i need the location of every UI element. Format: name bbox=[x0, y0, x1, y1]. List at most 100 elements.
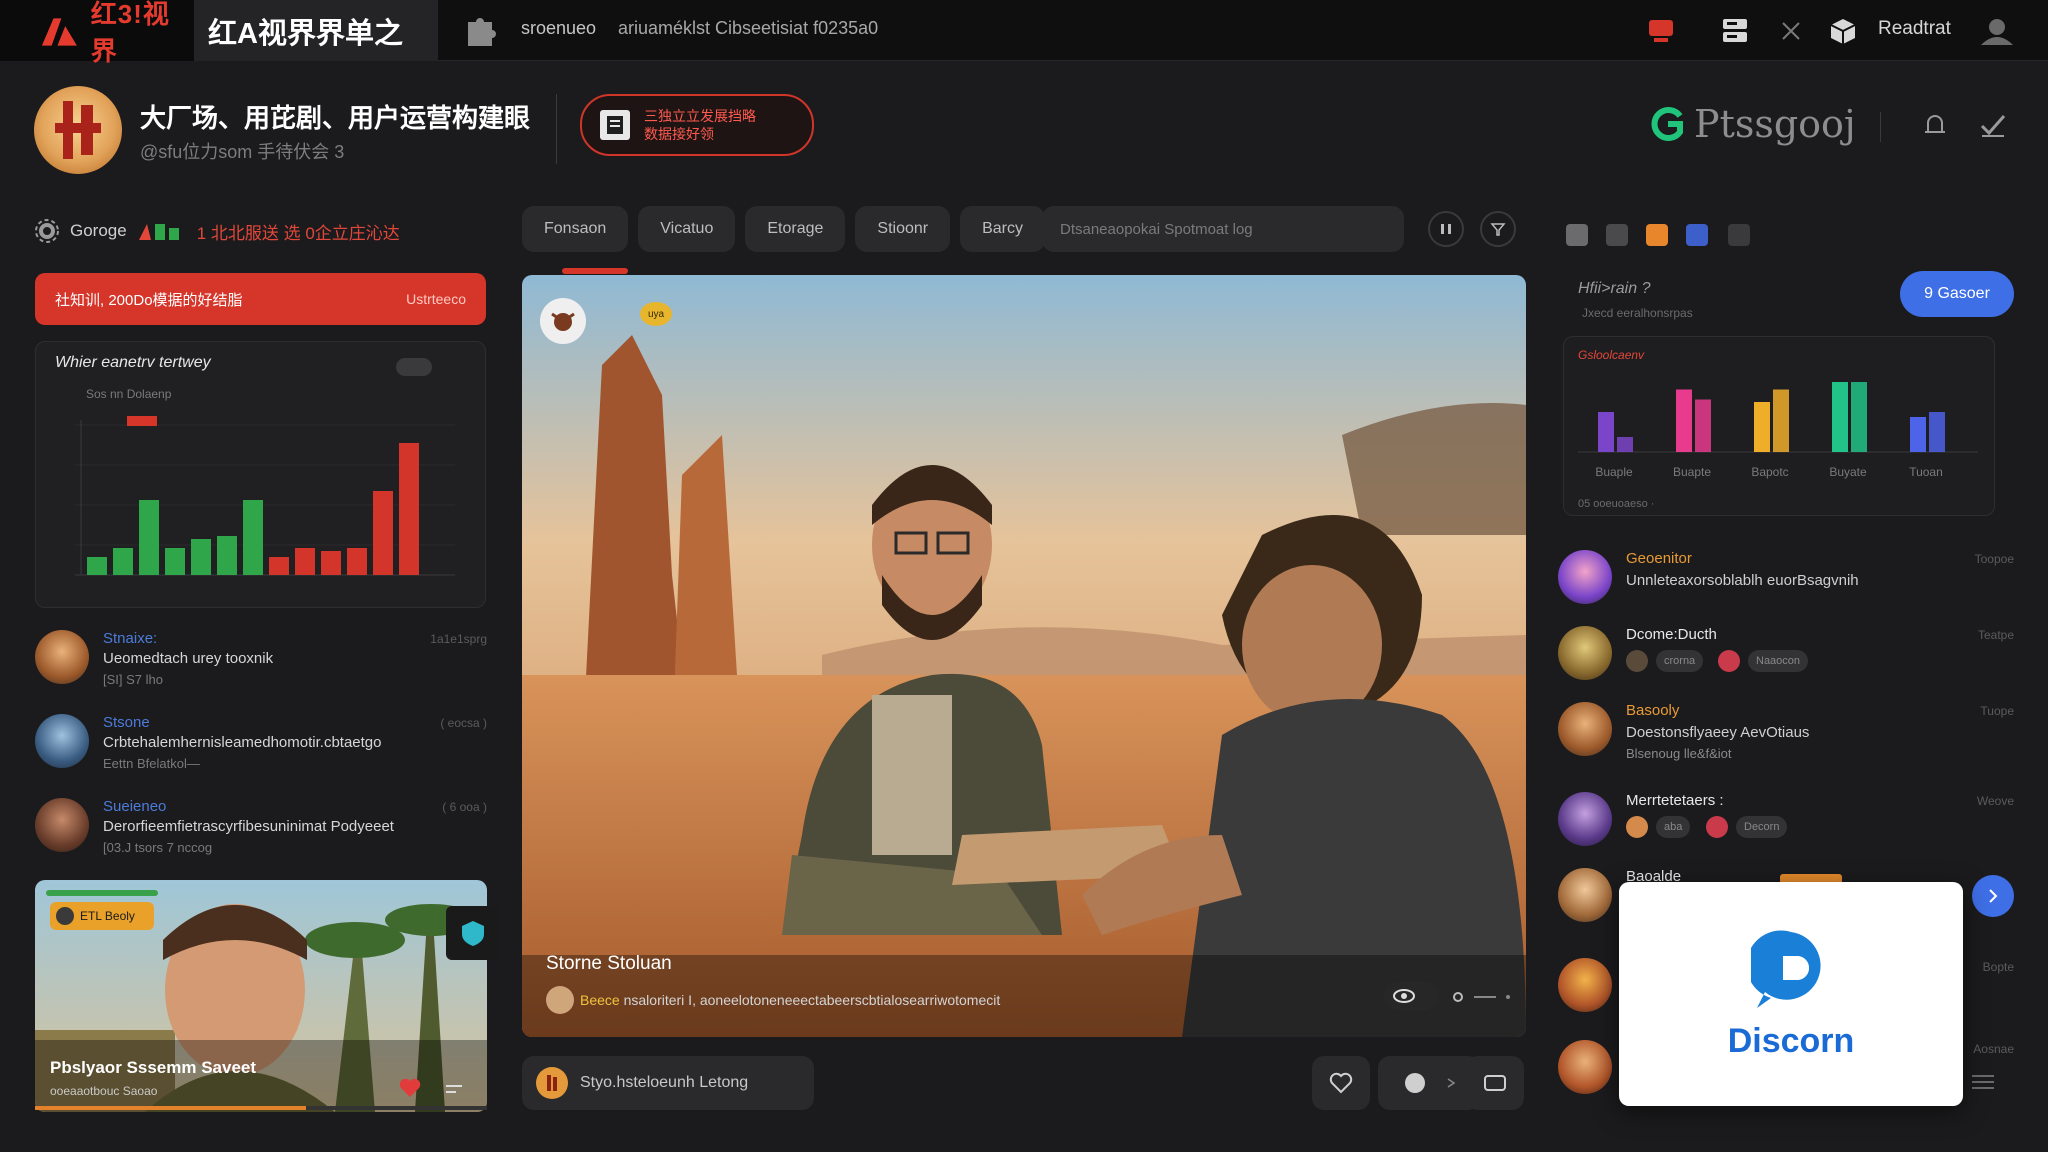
message-chip[interactable]: crorna bbox=[1656, 650, 1704, 672]
chart-bar[interactable] bbox=[139, 500, 159, 575]
notification-icon[interactable] bbox=[1644, 14, 1678, 48]
swatch-dark[interactable] bbox=[1606, 224, 1628, 246]
hero-author-avatar[interactable] bbox=[540, 298, 586, 344]
pause-button[interactable] bbox=[1428, 211, 1464, 247]
avatar[interactable] bbox=[1558, 702, 1612, 756]
message-author[interactable]: Merrtetetaers : bbox=[1626, 792, 1724, 809]
bell-icon[interactable] bbox=[1918, 108, 1952, 142]
feed-author[interactable]: Stsone bbox=[103, 714, 150, 731]
message-chip[interactable]: Naaocon bbox=[1748, 650, 1809, 672]
message-item[interactable]: Basooly Tuope Doestonsflyaeey AevOtiaus … bbox=[1558, 702, 2014, 772]
swatch-blue[interactable] bbox=[1686, 224, 1708, 246]
chart-bar[interactable] bbox=[87, 557, 107, 575]
tab-3[interactable]: Etorage bbox=[745, 206, 846, 252]
discord-popup[interactable]: Discorn bbox=[1619, 882, 1963, 1106]
top-nav-breadcrumb[interactable]: ariuaméklst Cibseetisiat f0235a0 bbox=[618, 18, 878, 39]
like-button[interactable] bbox=[1312, 1056, 1370, 1110]
react-button[interactable] bbox=[1378, 1056, 1480, 1110]
share-button[interactable] bbox=[1466, 1056, 1524, 1110]
chart-bar[interactable] bbox=[347, 548, 367, 575]
search-input[interactable] bbox=[1042, 206, 1404, 252]
chart-bar[interactable] bbox=[191, 539, 211, 575]
puzzle-icon[interactable] bbox=[462, 14, 498, 48]
tab-2[interactable]: Vicatuo bbox=[638, 206, 736, 252]
brand[interactable]: 红3!视界 bbox=[0, 0, 194, 66]
check-icon[interactable] bbox=[1976, 108, 2010, 142]
message-chip[interactable]: Decorn bbox=[1736, 816, 1788, 838]
swatch-orange[interactable] bbox=[1646, 224, 1668, 246]
message-item[interactable]: Geoenitor Toopoe Unnleteaxorsoblablh euo… bbox=[1558, 550, 2014, 620]
chart-bar[interactable] bbox=[243, 500, 263, 575]
more-icon[interactable] bbox=[444, 1082, 464, 1096]
video-corner-widget[interactable] bbox=[446, 906, 500, 960]
avatar[interactable] bbox=[1558, 792, 1612, 846]
swatch-charcoal[interactable] bbox=[1728, 224, 1750, 246]
avatar[interactable] bbox=[1558, 626, 1612, 680]
primary-action-button[interactable]: 9 Gasoer bbox=[1900, 271, 2014, 317]
feed-item[interactable]: Stsone ( eocsa ) Crbtehalemhernisleamedh… bbox=[35, 714, 487, 786]
avatar[interactable] bbox=[35, 798, 89, 852]
avatar[interactable] bbox=[35, 630, 89, 684]
chart-bar[interactable] bbox=[113, 548, 133, 575]
chart-bar[interactable] bbox=[1695, 399, 1711, 453]
user-avatar-icon[interactable] bbox=[1976, 14, 2016, 48]
gear-icon[interactable] bbox=[34, 218, 60, 244]
compose-box[interactable]: Styo.hsteloeunh Letong bbox=[522, 1056, 814, 1110]
chart-bar[interactable] bbox=[1676, 389, 1692, 453]
chart-bar[interactable] bbox=[1754, 402, 1770, 452]
message-item[interactable]: Merrtetetaers : Weove aba Decorn bbox=[1558, 792, 2014, 862]
chart-toggle[interactable] bbox=[396, 358, 432, 376]
tab-4[interactable]: Stioonr bbox=[855, 206, 951, 252]
chart-bar[interactable] bbox=[1598, 412, 1614, 452]
chart-bar[interactable] bbox=[269, 557, 289, 575]
chart-bar[interactable] bbox=[1832, 382, 1848, 452]
chart-bar[interactable] bbox=[295, 548, 315, 575]
feed-item[interactable]: Sueieneo ( 6 ooa ) Derorfieemfietrascyrf… bbox=[35, 798, 487, 870]
cube-icon[interactable] bbox=[1826, 14, 1860, 48]
message-author[interactable]: Dcome:Ducth bbox=[1626, 626, 1717, 643]
partner-logo[interactable]: Ptssgooj bbox=[1650, 102, 1856, 146]
avatar[interactable] bbox=[1558, 550, 1612, 604]
chart-bar[interactable] bbox=[1910, 417, 1926, 452]
hero-media[interactable] bbox=[522, 275, 1526, 1037]
avatar[interactable] bbox=[1558, 1040, 1612, 1094]
feed-author[interactable]: Stnaixe: bbox=[103, 630, 157, 647]
chart-bar[interactable] bbox=[373, 491, 393, 575]
hero-comment-avatar[interactable] bbox=[546, 986, 574, 1014]
alert-banner-action[interactable]: Ustrteeco bbox=[406, 291, 466, 307]
chart-bar[interactable] bbox=[399, 443, 419, 575]
tab-5[interactable]: Barcy bbox=[960, 206, 1045, 252]
top-user-label[interactable]: Readtrat bbox=[1878, 18, 1951, 40]
hero-more-icon[interactable] bbox=[1450, 988, 1514, 1006]
chart-bar[interactable] bbox=[321, 551, 341, 575]
feed-item[interactable]: Stnaixe: 1a1e1sprg Ueomedtach urey tooxn… bbox=[35, 630, 487, 702]
chart-bar[interactable] bbox=[1929, 412, 1945, 452]
tab-1[interactable]: Fonsaon bbox=[522, 206, 629, 252]
close-icon[interactable] bbox=[1774, 14, 1808, 48]
message-author[interactable]: Basooly bbox=[1626, 702, 1679, 719]
swatch-gray[interactable] bbox=[1566, 224, 1588, 246]
hero-comment-author[interactable]: Beece bbox=[580, 992, 620, 1008]
top-nav-link[interactable]: sroenueo bbox=[521, 18, 596, 39]
heart-icon[interactable] bbox=[398, 1076, 422, 1100]
filter-button[interactable] bbox=[1480, 211, 1516, 247]
chart-bar[interactable] bbox=[1773, 389, 1789, 453]
message-item[interactable]: Dcome:Ducth Teatpe crorna Naaocon bbox=[1558, 626, 2014, 696]
next-button[interactable] bbox=[1972, 875, 2014, 917]
avatar[interactable] bbox=[1558, 958, 1612, 1012]
server-icon[interactable] bbox=[1718, 14, 1752, 48]
avatar[interactable] bbox=[35, 714, 89, 768]
chart-bar[interactable] bbox=[1617, 437, 1633, 452]
chart-bar[interactable] bbox=[1851, 382, 1867, 452]
avatar[interactable] bbox=[1558, 868, 1612, 922]
channel-avatar[interactable] bbox=[34, 86, 122, 174]
feed-author[interactable]: Sueieneo bbox=[103, 798, 166, 815]
message-chip[interactable]: aba bbox=[1656, 816, 1691, 838]
chart-bar[interactable] bbox=[165, 548, 185, 575]
alert-banner[interactable]: 社知训, 200Do模据的好结脂 Ustrteeco bbox=[35, 273, 486, 325]
video-title[interactable]: Pbslyaor Sssemm Saveet bbox=[50, 1058, 256, 1078]
chart-bar[interactable] bbox=[217, 536, 237, 575]
promo-button[interactable]: 三独立立发展挡略 数据接好领 bbox=[580, 94, 814, 156]
list-icon[interactable] bbox=[1968, 1070, 1998, 1092]
message-author[interactable]: Geoenitor bbox=[1626, 550, 1692, 567]
